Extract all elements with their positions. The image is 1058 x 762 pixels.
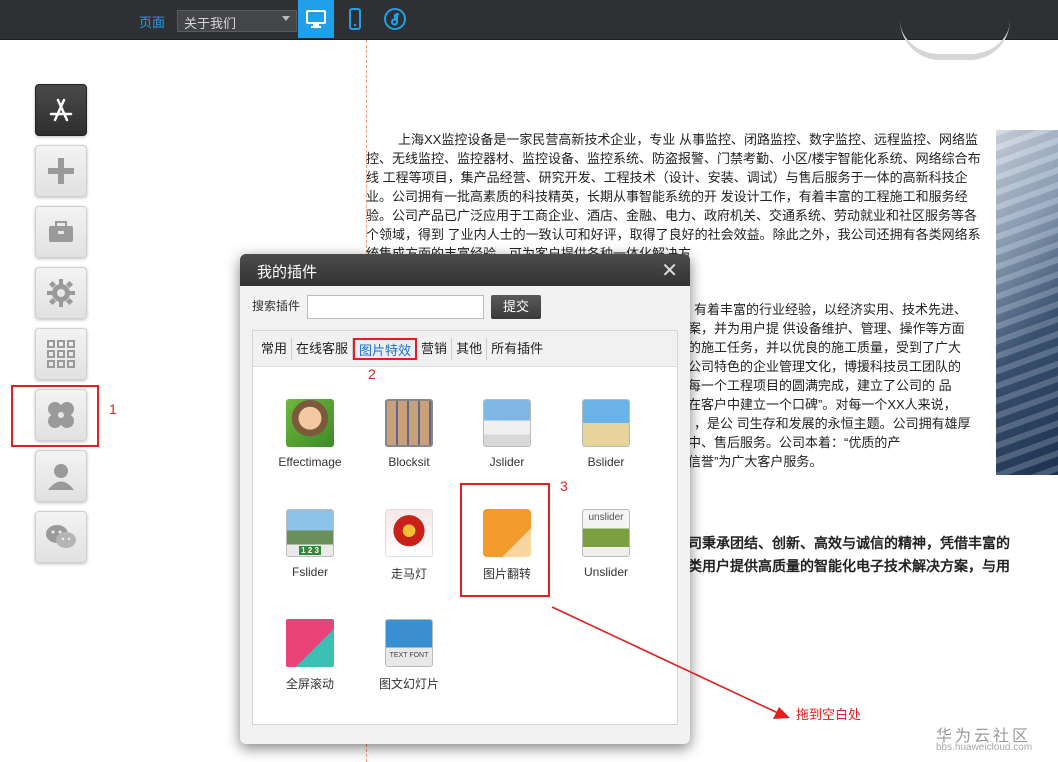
watermark-url: bbs.huaweicloud.com [936,742,1033,753]
drag-arrow [551,606,790,719]
drag-hint-text: 拖到空白处 [796,707,862,722]
